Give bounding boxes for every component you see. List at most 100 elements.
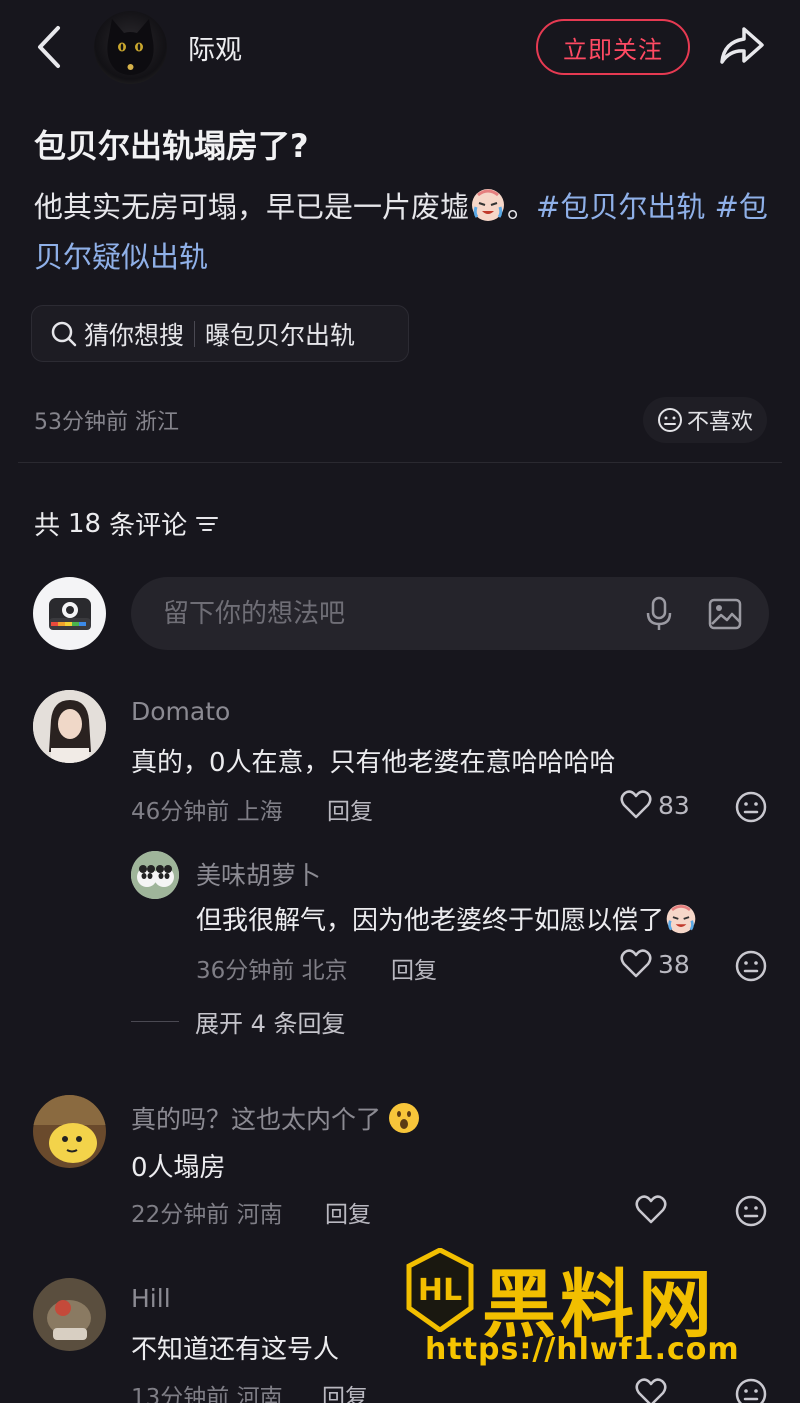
commenter-avatar[interactable] [33, 690, 106, 763]
black-cat-avatar-image [107, 19, 154, 75]
comment-time: 13分钟前 [131, 1385, 230, 1403]
girl-avatar-image [33, 690, 106, 763]
like-button[interactable]: 83 [620, 790, 690, 820]
reply-avatar[interactable] [131, 851, 179, 899]
comment-time: 46分钟前 [131, 799, 230, 825]
post-body: 他其实无房可塌，早已是一片废墟 。#包贝尔出轨 #包贝尔疑似出轨 [34, 182, 774, 282]
comment-location: 河南 [236, 1385, 283, 1403]
comment-location: 河南 [236, 1202, 283, 1228]
comment-dislike-button[interactable] [735, 791, 767, 823]
dislike-label: 不喜欢 [686, 410, 753, 435]
comment-location: 上海 [236, 799, 283, 825]
commenter-avatar[interactable] [33, 1095, 106, 1168]
reply-button[interactable]: 回复 [327, 792, 373, 826]
comment-count-number: 18 [68, 508, 102, 539]
comment-text: 真的，0人在意，只有他老婆在意哈哈哈哈 [131, 748, 616, 778]
search-prefix: 猜你想搜 [84, 320, 185, 350]
post-body-text: 他其实无房可塌，早已是一片废墟 [34, 190, 470, 224]
suggested-search-chip[interactable]: 猜你想搜 曝包贝尔出轨 [31, 305, 409, 362]
like-count: 83 [658, 790, 690, 820]
post-title: 包贝尔出轨塌房了? [34, 127, 309, 165]
reply-button[interactable]: 回复 [391, 951, 437, 985]
post-meta: 53分钟前 浙江 [34, 404, 179, 436]
search-term: 曝包贝尔出轨 [205, 320, 356, 350]
expand-replies-label: 展开 4 条回复 [195, 1010, 346, 1038]
my-avatar[interactable] [33, 577, 106, 650]
share-icon [720, 27, 764, 64]
reply-meta: 36分钟前 北京 [196, 951, 348, 985]
like-button[interactable]: 38 [620, 949, 690, 979]
comment-meta: 22分钟前 河南 [131, 1195, 283, 1229]
comment-time: 22分钟前 [131, 1202, 230, 1228]
watermark-logo-text: HL [418, 1273, 462, 1308]
author-avatar[interactable] [94, 11, 167, 84]
comment-count-prefix: 共 [34, 511, 61, 541]
back-button[interactable] [28, 22, 72, 72]
comment-username[interactable]: Hill [131, 1284, 171, 1313]
like-count: 38 [658, 949, 690, 979]
photo-avatar-image [33, 1278, 106, 1351]
back-arrow-icon [38, 26, 60, 68]
hashtag-link[interactable]: #包贝尔出轨 [536, 190, 705, 224]
neutral-face-icon [735, 1195, 767, 1227]
neutral-face-icon [735, 950, 767, 982]
crying-laughing-emoji-icon [469, 185, 507, 223]
comment-username: 真的吗？这也太内个了 [131, 1105, 382, 1134]
section-divider [18, 462, 782, 463]
camera-logo-icon [48, 597, 91, 630]
image-upload-button[interactable] [707, 596, 743, 632]
search-icon [51, 321, 77, 346]
hl-shield-logo-icon: HL [406, 1248, 474, 1332]
reply-text: 但我很解气，因为他老婆终于如愿以偿了 [196, 900, 698, 937]
comment-count-suffix: 条评论 [109, 511, 188, 541]
panda-avatar-image [131, 851, 179, 899]
reply-button[interactable]: 回复 [325, 1195, 371, 1229]
neutral-face-icon [735, 791, 767, 823]
reply-username[interactable]: 美味胡萝卜 [196, 856, 321, 892]
chip-divider [194, 320, 196, 347]
like-button[interactable] [635, 1195, 667, 1225]
author-name[interactable]: 际观 [188, 28, 242, 67]
expand-replies-button[interactable]: 展开 4 条回复 [131, 1004, 346, 1039]
share-button[interactable] [716, 22, 768, 70]
comment-input[interactable] [163, 595, 603, 633]
heart-icon [635, 1195, 667, 1224]
comment-dislike-button[interactable] [735, 950, 767, 982]
watermark-logo: HL [405, 1248, 475, 1332]
expand-divider [131, 1021, 179, 1022]
comment-dislike-button[interactable] [735, 1195, 767, 1227]
watermark-url: https://hlwf1.com [425, 1332, 740, 1367]
heart-icon [620, 790, 652, 819]
post-body-punct: 。 [507, 190, 537, 224]
commenter-avatar[interactable] [33, 1278, 106, 1351]
reply-time: 36分钟前 [196, 958, 295, 984]
post-time: 53分钟前 [34, 410, 128, 435]
filter-icon [196, 516, 219, 531]
reply-location: 北京 [301, 958, 348, 984]
microphone-icon [646, 596, 672, 630]
comment-meta: 13分钟前 河南 [131, 1378, 283, 1403]
post-location: 浙江 [135, 410, 180, 435]
comment-username[interactable]: Domato [131, 697, 230, 726]
follow-button[interactable]: 立即关注 [536, 19, 690, 75]
dislike-button[interactable]: 不喜欢 [643, 397, 767, 443]
like-button[interactable] [635, 1378, 667, 1403]
reply-text-body: 但我很解气，因为他老婆终于如愿以偿了 [196, 906, 665, 936]
comment-text: 0人塌房 [131, 1153, 226, 1183]
comment-text: 不知道还有这号人 [131, 1335, 340, 1365]
crying-laughing-emoji-icon [664, 901, 698, 935]
heart-icon [635, 1378, 667, 1403]
cartoon-avatar-image [33, 1095, 106, 1168]
comment-meta: 46分钟前 上海 [131, 792, 283, 826]
image-icon [708, 598, 742, 630]
surprised-emoji-icon [389, 1103, 420, 1133]
neutral-face-icon [657, 408, 682, 432]
heart-icon [620, 949, 652, 978]
reply-button[interactable]: 回复 [322, 1378, 368, 1403]
comment-username-row[interactable]: 真的吗？这也太内个了 [131, 1100, 421, 1136]
comment-dislike-button[interactable] [735, 1378, 767, 1403]
comment-input-box[interactable] [131, 577, 769, 650]
neutral-face-icon [735, 1378, 767, 1403]
comment-count-header[interactable]: 共 18 条评论 [34, 505, 219, 542]
voice-input-button[interactable] [643, 595, 675, 633]
